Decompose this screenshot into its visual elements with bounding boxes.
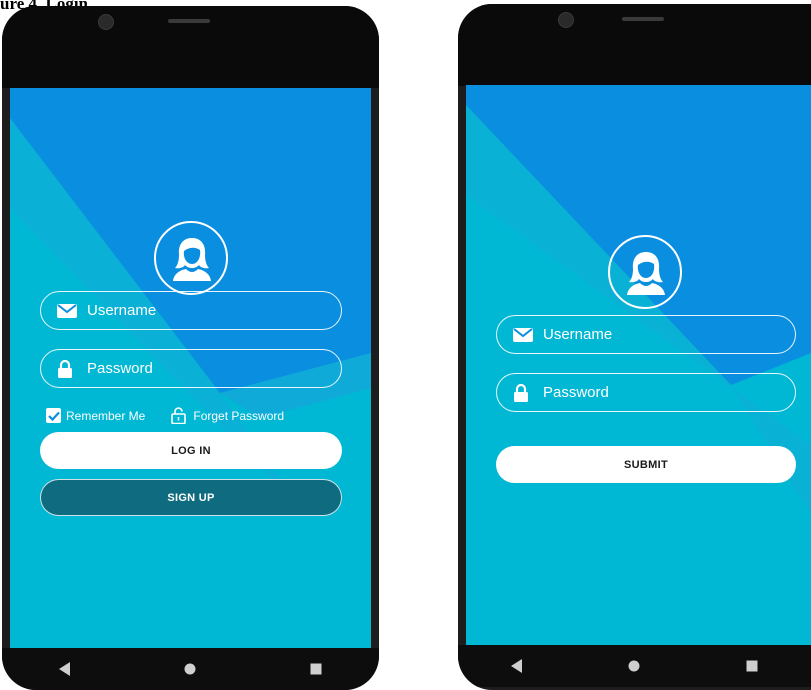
phone-submit: Username Password SUBMIT	[458, 4, 811, 690]
password-placeholder: Password	[87, 360, 153, 377]
phone-top-bezel	[2, 6, 379, 88]
back-icon[interactable]	[502, 651, 532, 681]
navigation-bar	[2, 648, 379, 690]
camera-icon	[558, 12, 574, 28]
avatar	[608, 235, 682, 309]
password-field[interactable]: Password	[40, 349, 342, 388]
password-field[interactable]: Password	[496, 373, 796, 412]
avatar	[154, 221, 228, 295]
signup-button[interactable]: SIGN UP	[40, 479, 342, 516]
username-placeholder: Username	[543, 326, 613, 343]
home-icon[interactable]	[175, 654, 205, 684]
recents-icon[interactable]	[301, 654, 331, 684]
submit-button[interactable]: SUBMIT	[496, 446, 796, 483]
options-row: Remember Me Forget Password	[46, 407, 284, 424]
speaker-grille	[168, 19, 210, 23]
login-screen: Username Password Remember Me Forget Pas…	[10, 88, 371, 648]
woman-avatar-icon	[173, 238, 211, 281]
camera-icon	[98, 14, 114, 30]
recents-icon[interactable]	[737, 651, 767, 681]
login-button[interactable]: LOG IN	[40, 432, 342, 469]
mail-icon	[513, 327, 535, 342]
mail-icon	[57, 303, 79, 318]
remember-me-label[interactable]: Remember Me	[66, 409, 145, 423]
home-icon[interactable]	[619, 651, 649, 681]
lock-icon	[57, 359, 79, 378]
background-shapes	[466, 85, 811, 515]
phone-login: Username Password Remember Me Forget Pas…	[2, 6, 379, 690]
woman-avatar-icon	[627, 252, 665, 295]
forget-password-label: Forget Password	[193, 408, 285, 423]
back-icon[interactable]	[50, 654, 80, 684]
remember-me-checkbox[interactable]	[46, 408, 61, 423]
speaker-grille	[622, 17, 664, 21]
lock-icon	[513, 383, 535, 402]
username-field[interactable]: Username	[40, 291, 342, 330]
username-field[interactable]: Username	[496, 315, 796, 354]
navigation-bar	[458, 645, 811, 687]
forget-password-link[interactable]: Forget Password	[171, 407, 284, 424]
check-icon	[47, 411, 60, 421]
phone-top-bezel	[458, 4, 811, 86]
password-placeholder: Password	[543, 384, 609, 401]
submit-screen: Username Password SUBMIT	[466, 85, 811, 645]
unlock-icon	[171, 407, 187, 424]
username-placeholder: Username	[87, 302, 157, 319]
